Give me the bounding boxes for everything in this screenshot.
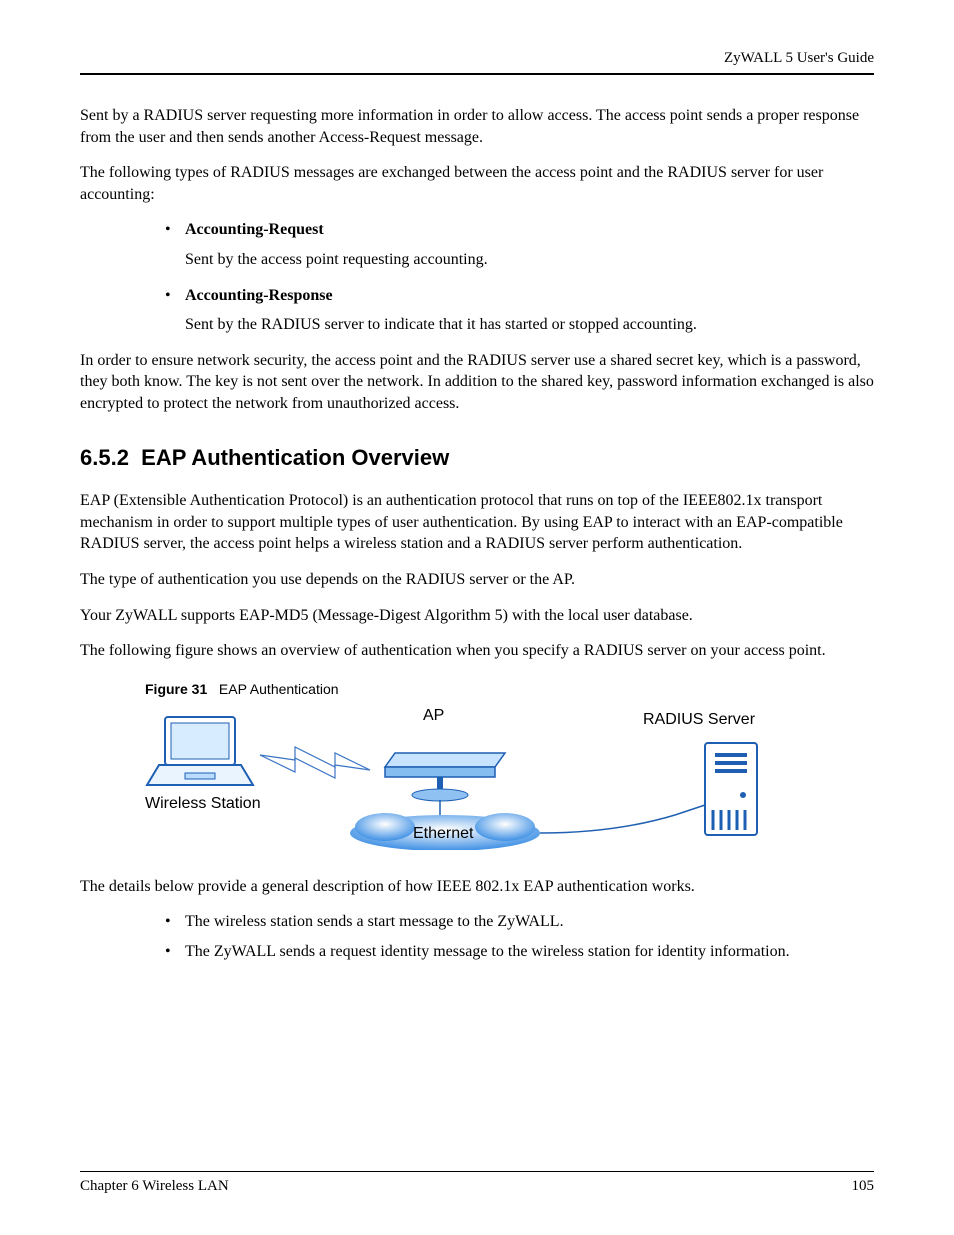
bullet-accounting-response: • Accounting-Response — [165, 285, 874, 307]
figure-title: EAP Authentication — [219, 681, 339, 697]
intro-paragraph: Sent by a RADIUS server requesting more … — [80, 105, 874, 148]
eap-p4: The following figure shows an overview o… — [80, 640, 874, 662]
section-title: EAP Authentication Overview — [141, 445, 449, 470]
figure-label-ethernet: Ethernet — [413, 823, 473, 845]
access-point-icon — [385, 753, 505, 801]
section-heading: 6.5.2 EAP Authentication Overview — [80, 443, 874, 473]
figure-label-wireless: Wireless Station — [145, 793, 261, 815]
accounting-intro: The following types of RADIUS messages a… — [80, 162, 874, 205]
footer-rule — [80, 1171, 874, 1172]
eap-p2: The type of authentication you use depen… — [80, 569, 874, 591]
bullet-text: The wireless station sends a start messa… — [185, 911, 874, 933]
figure-caption: Figure 31 EAP Authentication — [145, 680, 874, 699]
header-rule — [80, 73, 874, 75]
bullet-desc: Sent by the RADIUS server to indicate th… — [185, 314, 874, 336]
figure-label-radius: RADIUS Server — [643, 709, 755, 731]
bullet-desc: Sent by the access point requesting acco… — [185, 249, 874, 271]
figure-eap-authentication: AP RADIUS Server Wireless Station Ethern… — [145, 705, 785, 850]
laptop-icon — [147, 717, 253, 785]
ethernet-radius-link — [540, 805, 705, 833]
figure-label-ap: AP — [423, 705, 444, 727]
bullet-title: Accounting-Request — [185, 219, 874, 241]
bullet-works-1: • The wireless station sends a start mes… — [165, 911, 874, 933]
page-footer: Chapter 6 Wireless LAN 105 — [80, 1171, 874, 1195]
eap-p1: EAP (Extensible Authentication Protocol)… — [80, 490, 874, 555]
footer-page-number: 105 — [852, 1178, 875, 1195]
footer-chapter: Chapter 6 Wireless LAN — [80, 1178, 229, 1195]
bullet-title: Accounting-Response — [185, 285, 874, 307]
section-number: 6.5.2 — [80, 445, 129, 470]
eap-p3: Your ZyWALL supports EAP-MD5 (Message-Di… — [80, 605, 874, 627]
wireless-link-icon — [260, 747, 370, 778]
post-figure-paragraph: The details below provide a general desc… — [80, 876, 874, 898]
bullet-works-2: • The ZyWALL sends a request identity me… — [165, 941, 874, 963]
bullet-text: The ZyWALL sends a request identity mess… — [185, 941, 874, 963]
header-guide-title: ZyWALL 5 User's Guide — [80, 50, 874, 67]
figure-number: Figure 31 — [145, 681, 207, 697]
security-paragraph: In order to ensure network security, the… — [80, 350, 874, 415]
bullet-accounting-request: • Accounting-Request — [165, 219, 874, 241]
radius-server-icon — [705, 743, 757, 835]
